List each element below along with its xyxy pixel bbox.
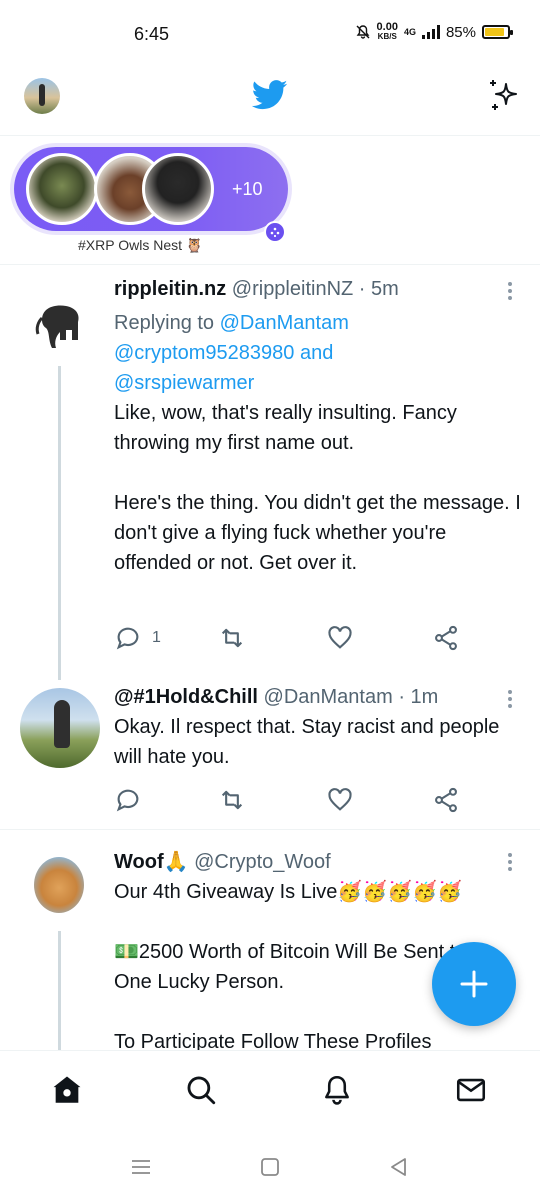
display-name[interactable]: rippleitin.nz — [114, 278, 226, 300]
mention-link[interactable]: @srspiewarmer — [114, 372, 254, 394]
share-button[interactable] — [432, 786, 460, 814]
status-bar: 6:45 0.00 KB/S 4G 85% — [0, 0, 540, 64]
square-icon[interactable] — [259, 1156, 281, 1178]
sparkle-icon[interactable] — [486, 78, 522, 114]
display-name[interactable]: @#1Hold&Chill — [114, 686, 258, 708]
tweet-paragraph: Okay. Il respect that. Stay racist and p… — [114, 716, 500, 768]
system-nav-bar — [0, 1134, 540, 1200]
thread-line — [58, 366, 61, 680]
status-time: 6:45 — [134, 24, 170, 44]
like-button[interactable] — [326, 786, 354, 814]
tweet-header: Woof🙏 @Crypto_Woof — [114, 849, 331, 874]
fleet-avatar — [142, 153, 214, 225]
signal-icon — [421, 25, 440, 39]
profile-avatar[interactable] — [24, 78, 60, 114]
back-icon[interactable] — [388, 1156, 410, 1178]
reply-button[interactable] — [114, 786, 142, 814]
menu-icon[interactable] — [130, 1156, 152, 1178]
reply-icon — [116, 789, 139, 812]
handle[interactable]: @Crypto_Woof — [194, 851, 331, 873]
heart-icon — [328, 788, 352, 811]
retweet-button[interactable] — [218, 624, 246, 652]
more-options-icon[interactable] — [504, 853, 516, 871]
timestamp: · 1m — [398, 686, 439, 708]
tweet-avatar[interactable] — [34, 857, 84, 913]
tweet[interactable]: @#1Hold&Chill @DanMantam · 1m Okay. Il r… — [0, 680, 540, 830]
more-options-icon[interactable] — [504, 690, 516, 708]
elephant-icon — [35, 305, 79, 348]
reply-button[interactable]: 1 — [114, 624, 161, 652]
bottom-nav — [0, 1050, 540, 1134]
search-icon[interactable] — [184, 1073, 218, 1107]
tweet-avatar[interactable] — [20, 688, 100, 768]
fleet-label: #XRP Owls Nest 🦉 — [78, 237, 204, 253]
more-options-icon[interactable] — [504, 282, 516, 300]
mention-link[interactable]: @cryptom95283980 — [114, 342, 294, 364]
fleet-more-count: +10 — [232, 179, 263, 199]
battery-icon — [482, 25, 513, 39]
tweet[interactable]: rippleitin.nz @rippleitinNZ · 5m Replyin… — [0, 266, 540, 680]
status-icons: 0.00 KB/S 4G 85% — [355, 21, 513, 42]
tweet-header: rippleitin.nz @rippleitinNZ · 5m — [114, 278, 399, 301]
display-name[interactable]: Woof🙏 — [114, 851, 189, 873]
twitter-bird-icon[interactable] — [252, 80, 288, 110]
home-icon[interactable] — [50, 1073, 84, 1107]
tweet-body: Okay. Il respect that. Stay racist and p… — [114, 712, 524, 772]
heart-icon — [328, 626, 352, 649]
mention-link[interactable]: @DanMantam — [220, 312, 349, 334]
tweet-actions — [114, 786, 474, 816]
timestamp: · 5m — [358, 278, 399, 300]
tweet-paragraph: Here's the thing. You didn't get the mes… — [114, 492, 521, 574]
network-type: 4G — [403, 27, 416, 37]
mail-icon[interactable] — [454, 1073, 488, 1107]
tweet-paragraph: Like, wow, that's really insulting. Fanc… — [114, 402, 457, 454]
handle[interactable]: @DanMantam — [264, 686, 393, 708]
share-icon — [435, 787, 457, 813]
share-button[interactable] — [432, 624, 460, 652]
retweet-button[interactable] — [218, 786, 246, 814]
reply-count: 1 — [152, 629, 161, 646]
fleet-avatar — [26, 153, 98, 225]
bell-icon[interactable] — [320, 1073, 354, 1107]
like-button[interactable] — [326, 624, 354, 652]
reply-icon — [116, 627, 139, 650]
retweet-icon — [221, 790, 243, 810]
replying-to: Replying to @DanMantam @cryptom95283980 … — [114, 312, 349, 394]
net-speed: 0.00 KB/S — [376, 21, 398, 42]
tweet-body: Replying to @DanMantam @cryptom95283980 … — [114, 308, 524, 578]
spaces-icon — [264, 221, 286, 243]
tweet-header: @#1Hold&Chill @DanMantam · 1m — [114, 686, 438, 709]
tweet-paragraph: To Participate Follow These Profiles — [114, 1031, 432, 1050]
tweet-paragraph: Our 4th Giveaway Is Live🥳🥳🥳🥳🥳 — [114, 881, 462, 903]
tweet-avatar[interactable] — [20, 282, 100, 362]
share-icon — [435, 625, 457, 651]
fleets-bar: +10 #XRP Owls Nest 🦉 — [0, 137, 540, 265]
thread-line — [58, 931, 61, 1050]
top-bar — [0, 64, 540, 136]
mute-icon — [356, 25, 370, 39]
fleet-group[interactable]: +10 — [14, 147, 288, 243]
plus-icon — [460, 970, 488, 998]
handle[interactable]: @rippleitinNZ — [232, 278, 353, 300]
tweet-actions: 1 — [114, 624, 474, 654]
compose-tweet-button[interactable] — [432, 942, 516, 1026]
retweet-icon — [221, 628, 243, 648]
battery-percent: 85% — [445, 23, 476, 41]
